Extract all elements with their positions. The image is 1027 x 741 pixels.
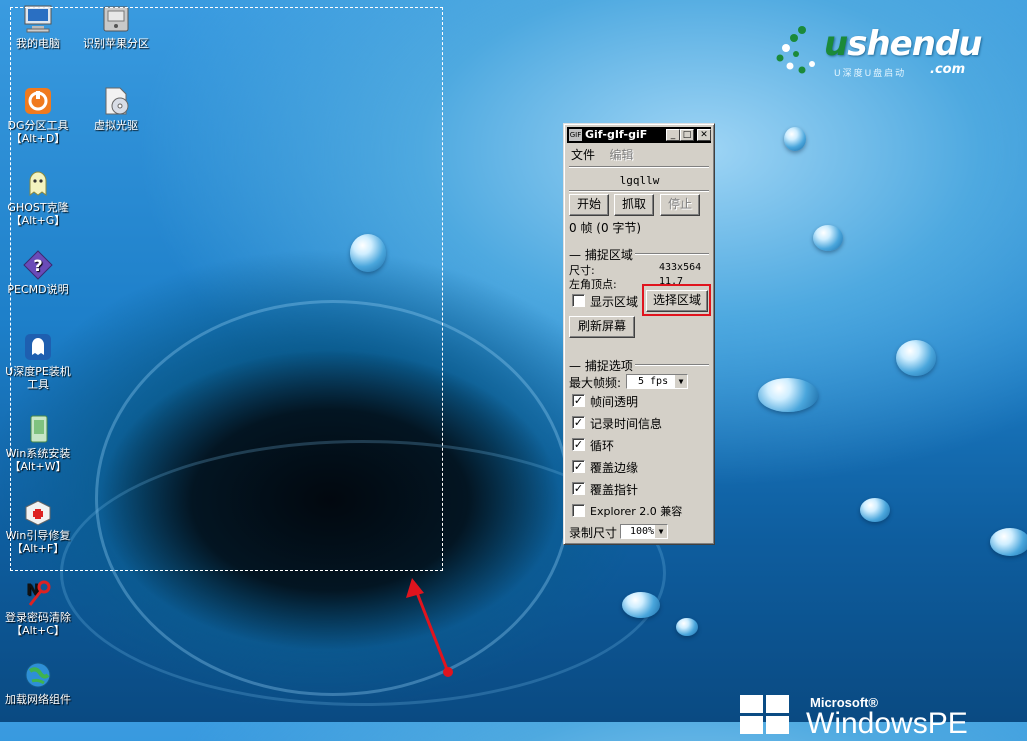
ushendu-logo: ushendu U深度U盘启动 .com <box>772 22 1002 84</box>
start-button[interactable]: 开始 <box>569 194 609 216</box>
close-button[interactable]: ✕ <box>697 129 711 141</box>
logo-domain: .com <box>930 62 966 77</box>
logo-text: ushendu <box>824 24 982 64</box>
window-title: Gif-gIf-giF <box>585 128 648 141</box>
max-fps-value: 5 fps <box>638 376 669 387</box>
option-label: 帧间透明 <box>590 395 639 409</box>
water-drop <box>896 340 936 376</box>
logo-subtitle: U深度U盘启动 <box>834 69 907 79</box>
option-checkbox-frame-transparency[interactable]: ✓ <box>572 394 585 407</box>
annotation-highlight-box <box>642 284 711 316</box>
water-drop <box>622 592 660 618</box>
logo-swirl-icon <box>776 26 815 74</box>
option-checkbox-overlay-edges[interactable]: ✓ <box>572 460 585 473</box>
show-area-label: 显示区域 <box>590 295 639 309</box>
option-label: 覆盖指针 <box>590 483 639 497</box>
water-drop <box>676 618 698 636</box>
water-drop <box>758 378 818 412</box>
record-size-select[interactable]: 100% ▼ <box>620 524 668 539</box>
option-checkbox-overlay-cursor[interactable]: ✓ <box>572 482 585 495</box>
maximize-button[interactable]: □ <box>680 129 694 141</box>
stop-button[interactable]: 停止 <box>660 194 700 216</box>
max-fps-label: 最大帧频: <box>569 376 622 390</box>
menu-file[interactable]: 文件 <box>571 148 595 162</box>
capture-options-group-label: — 捕捉选项 <box>569 357 635 374</box>
password-clear-icon: N <box>22 577 54 609</box>
water-drop <box>813 225 843 251</box>
divider <box>569 190 709 192</box>
network-icon <box>22 659 54 691</box>
show-area-checkbox[interactable] <box>572 294 585 307</box>
chevron-down-icon: ▼ <box>655 525 667 538</box>
status-text: 0 帧 (0 字节) <box>569 221 642 235</box>
menu-edit[interactable]: 编辑 <box>610 148 634 162</box>
max-fps-select[interactable]: 5 fps ▼ <box>626 374 688 389</box>
record-size-label: 录制尺寸 <box>569 526 618 540</box>
water-drop <box>784 127 806 151</box>
option-checkbox-explorer-compat[interactable] <box>572 504 585 517</box>
water-drop <box>990 528 1027 556</box>
option-label: 记录时间信息 <box>590 417 663 431</box>
title-bar[interactable]: GIF Gif-gIf-giF _ □ ✕ <box>567 127 711 143</box>
app-icon: GIF <box>569 129 582 141</box>
output-filename: lgqllw <box>619 174 660 187</box>
size-value: 433x564 <box>659 262 702 273</box>
menu-bar: 文件 编辑 <box>568 146 712 162</box>
water-drop <box>860 498 890 522</box>
desktop-icon-network[interactable]: 加载网络组件 <box>0 659 78 706</box>
refresh-screen-button[interactable]: 刷新屏幕 <box>569 316 635 338</box>
divider <box>569 166 709 168</box>
windowspe-brand: WindowsPE <box>806 707 968 740</box>
option-checkbox-loop[interactable]: ✓ <box>572 438 585 451</box>
capture-selection-rectangle[interactable] <box>10 7 443 571</box>
option-label: 覆盖边缘 <box>590 461 639 475</box>
option-checkbox-record-timing[interactable]: ✓ <box>572 416 585 429</box>
option-label: Explorer 2.0 兼容 <box>590 505 683 518</box>
record-size-value: 100% <box>630 526 655 537</box>
option-label: 循环 <box>590 439 615 453</box>
grab-button[interactable]: 抓取 <box>614 194 654 216</box>
gif-recorder-window: GIF Gif-gIf-giF _ □ ✕ 文件 编辑 lgqllw 开始 抓取… <box>563 123 715 545</box>
minimize-button[interactable]: _ <box>666 129 680 141</box>
chevron-down-icon: ▼ <box>675 375 687 388</box>
origin-label: 左角顶点: <box>569 278 617 291</box>
capture-area-group-label: — 捕捉区域 <box>569 246 635 263</box>
windows-logo-icon <box>740 695 792 735</box>
desktop-icon-password-clear[interactable]: N 登录密码清除 【Alt+C】 <box>0 577 78 637</box>
